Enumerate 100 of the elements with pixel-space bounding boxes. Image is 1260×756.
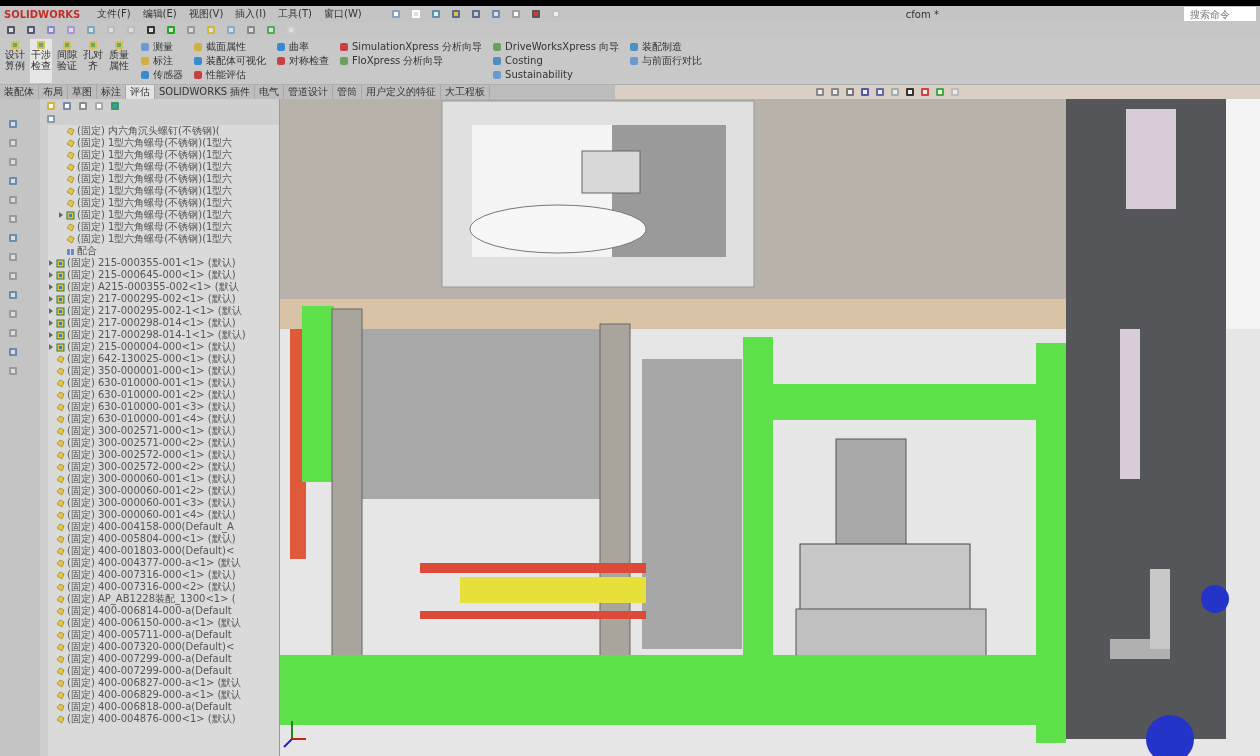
side-tool-icon[interactable]	[8, 252, 18, 262]
search-field[interactable]: 搜索命令	[1184, 7, 1256, 21]
side-tool-icon[interactable]	[8, 195, 18, 205]
side-tool-icon[interactable]	[8, 176, 18, 186]
side-tool-icon[interactable]	[8, 157, 18, 167]
tree-item[interactable]: (固定) 215-000004-000<1> (默认)	[67, 341, 236, 353]
tile-icon[interactable]	[36, 40, 46, 50]
tree-item[interactable]: (固定) 400-007316-000<2> (默认)	[67, 581, 236, 593]
tree-item[interactable]: (固定) 300-002572-000<1> (默认)	[67, 449, 236, 461]
tree-item[interactable]: (固定) 215-000355-001<1> (默认)	[67, 257, 236, 269]
tree-item[interactable]: (固定) 217-000298-014<1> (默认)	[67, 317, 236, 329]
ribbon-command[interactable]: 传感器	[140, 69, 183, 81]
tree-item[interactable]: (固定) 300-000060-001<2> (默认)	[67, 485, 236, 497]
tree-item[interactable]: (固定) 400-006829-000-a<1> (默认	[67, 689, 242, 701]
tree-item[interactable]: (固定) 300-000060-001<1> (默认)	[67, 473, 236, 485]
expand-arrow-icon[interactable]	[48, 272, 54, 278]
side-tool-icon[interactable]	[8, 366, 18, 376]
ribbon-command[interactable]: 对称检查	[276, 55, 329, 67]
menu-item[interactable]: 插入(I)	[232, 7, 270, 21]
tree-item[interactable]: (固定) 400-004876-000<1> (默认)	[67, 713, 236, 725]
tree-item[interactable]: (固定) 400-001803-000(Default)<	[67, 545, 235, 557]
toolbar-icon[interactable]	[6, 25, 16, 35]
tree-item[interactable]: (固定) 300-002572-000<2> (默认)	[67, 461, 236, 473]
ribbon-command[interactable]: 装配体可视化	[193, 55, 266, 67]
expand-arrow-icon[interactable]	[58, 212, 64, 218]
tree-item[interactable]: (固定) 642-130025-000<1> (默认)	[67, 353, 236, 365]
ribbon-command[interactable]: Costing	[492, 55, 620, 67]
ribbon-command[interactable]: DriveWorksXpress 向导	[492, 41, 620, 53]
tree-item[interactable]: (固定) 400-007320-000(Default)<	[67, 641, 235, 653]
side-tool-icon[interactable]	[8, 119, 18, 129]
tree-item[interactable]: (固定) 400-006827-000-a<1> (默认	[67, 677, 242, 689]
tree-item[interactable]: (固定) 400-005804-000<1> (默认)	[67, 533, 236, 545]
side-tool-icon[interactable]	[8, 347, 18, 357]
toolbar-icon[interactable]	[26, 25, 36, 35]
ribbon-command[interactable]: SimulationXpress 分析向导	[339, 41, 483, 53]
expand-arrow-icon[interactable]	[48, 296, 54, 302]
side-tool-icon[interactable]	[8, 328, 18, 338]
side-tool-icon[interactable]	[8, 309, 18, 319]
ribbon-button[interactable]: 孔对齐	[82, 39, 104, 83]
tree-item[interactable]: (固定) 1型六角螺母(不锈钢)(1型六	[77, 221, 233, 233]
tree-item[interactable]: (固定) 内六角沉头螺钉(不锈钢)(	[77, 125, 220, 137]
tree-item[interactable]: (固定) 1型六角螺母(不锈钢)(1型六	[77, 185, 233, 197]
tree-item[interactable]: (固定) 1型六角螺母(不锈钢)(1型六	[77, 137, 233, 149]
side-tool-icon[interactable]	[8, 214, 18, 224]
ribbon-button[interactable]: 干涉检查	[30, 39, 52, 83]
expand-arrow-icon[interactable]	[48, 284, 54, 290]
menu-item[interactable]: 编辑(E)	[139, 7, 180, 21]
menu-item[interactable]: 视图(V)	[185, 7, 227, 21]
expand-arrow-icon[interactable]	[48, 320, 54, 326]
tree-item[interactable]: (固定) 1型六角螺母(不锈钢)(1型六	[77, 173, 233, 185]
ribbon-tab[interactable]: 评估	[126, 85, 155, 99]
ribbon-command[interactable]: 标注	[140, 55, 183, 67]
tree-item[interactable]: (固定) 400-004377-000-a<1> (默认	[67, 557, 242, 569]
tree-item[interactable]: (固定) 630-010000-001<4> (默认)	[67, 413, 236, 425]
tree-item[interactable]: (固定) AP_AB1228装配_1300<1> (	[67, 593, 236, 605]
expand-arrow-icon[interactable]	[48, 260, 54, 266]
tree-item[interactable]: (固定) 217-000295-002-1<1> (默认	[67, 305, 242, 317]
tile-icon[interactable]	[10, 40, 20, 50]
ribbon-command[interactable]: 测量	[140, 41, 183, 53]
tree-item[interactable]: (固定) 215-000645-000<1> (默认)	[67, 269, 236, 281]
tree-item[interactable]: (固定) 300-000060-001<3> (默认)	[67, 497, 236, 509]
tree-item[interactable]: (固定) 630-010000-001<3> (默认)	[67, 401, 236, 413]
side-tool-icon[interactable]	[8, 271, 18, 281]
ribbon-button[interactable]: 间隙验证	[56, 39, 78, 83]
tree-item[interactable]: (固定) 630-010000-001<1> (默认)	[67, 377, 236, 389]
tree-item[interactable]: (固定) 217-000298-014-1<1> (默认)	[67, 329, 246, 341]
expand-arrow-icon[interactable]	[48, 344, 54, 350]
tile-icon[interactable]	[114, 40, 124, 50]
tree-item[interactable]: (固定) 1型六角螺母(不锈钢)(1型六	[77, 233, 233, 245]
tree-item[interactable]: (固定) 400-006150-000-a<1> (默认	[67, 617, 242, 629]
tree-item[interactable]: (固定) 350-000001-000<1> (默认)	[67, 365, 236, 377]
tree-item[interactable]: (固定) 1型六角螺母(不锈钢)(1型六	[77, 149, 233, 161]
tree-item[interactable]: (固定) 400-007316-000<1> (默认)	[67, 569, 236, 581]
tree-item[interactable]: 配合	[77, 245, 97, 257]
ribbon-command[interactable]: 截面属性	[193, 41, 266, 53]
side-tool-icon[interactable]	[8, 290, 18, 300]
tree-item[interactable]: (固定) 400-005711-000-a(Default	[67, 629, 232, 641]
tree-item[interactable]: (固定) 400-006818-000-a(Default	[67, 701, 232, 713]
ribbon-command[interactable]: 曲率	[276, 41, 329, 53]
menu-item[interactable]: 文件(F)	[94, 7, 134, 21]
side-tool-icon[interactable]	[8, 138, 18, 148]
toolbar-icon[interactable]	[146, 25, 156, 35]
tree-item[interactable]: (固定) 217-000295-002<1> (默认)	[67, 293, 236, 305]
tree-item[interactable]: (固定) 1型六角螺母(不锈钢)(1型六	[77, 209, 233, 221]
ribbon-button[interactable]: 质量属性	[108, 39, 130, 83]
tree-item[interactable]: (固定) 300-002571-000<1> (默认)	[67, 425, 236, 437]
tree-item[interactable]: (固定) 1型六角螺母(不锈钢)(1型六	[77, 197, 233, 209]
menu-item[interactable]: 工具(T)	[275, 7, 316, 21]
tree-item[interactable]: (固定) 630-010000-001<2> (默认)	[67, 389, 236, 401]
tree-item[interactable]: (固定) 300-000060-001<4> (默认)	[67, 509, 236, 521]
tree-item[interactable]: (固定) 400-007299-000-a(Default	[67, 665, 232, 677]
ribbon-command[interactable]: FloXpress 分析向导	[339, 55, 483, 67]
view-toolbar-icon[interactable]	[905, 87, 915, 97]
expand-arrow-icon[interactable]	[48, 308, 54, 314]
side-tool-icon[interactable]	[8, 233, 18, 243]
ribbon-command[interactable]: 性能评估	[193, 69, 266, 81]
ribbon-command[interactable]: 装配制造	[629, 41, 703, 53]
ribbon-command[interactable]: 与前面行对比	[629, 55, 703, 67]
tree-item[interactable]: (固定) A215-000355-002<1> (默认	[67, 281, 239, 293]
tree-item[interactable]: (固定) 1型六角螺母(不锈钢)(1型六	[77, 161, 233, 173]
